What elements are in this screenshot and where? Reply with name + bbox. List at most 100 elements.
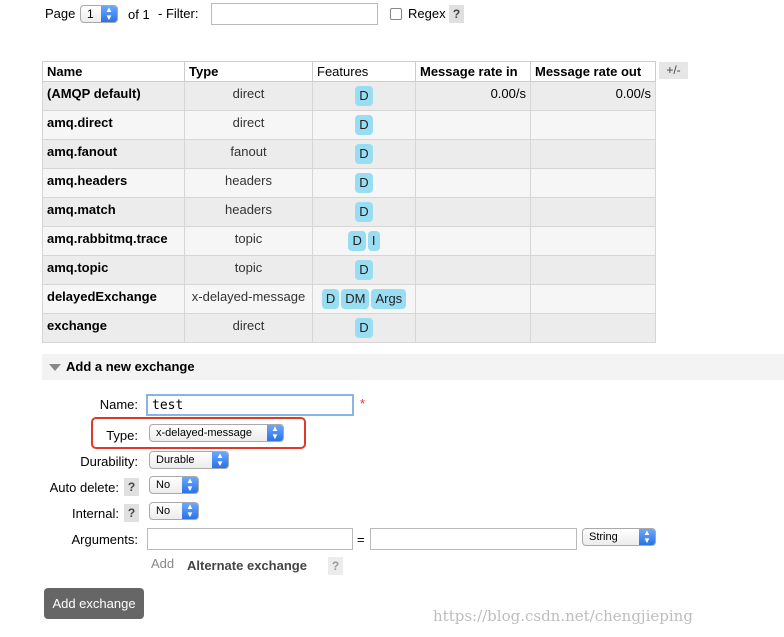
arguments-label: Arguments:	[71, 532, 138, 547]
auto-delete-select[interactable]: No ▲ ▼	[149, 476, 199, 494]
exchange-name-link[interactable]: amq.topic	[42, 255, 185, 285]
feature-tag: D	[348, 231, 366, 251]
exchange-features: D	[312, 197, 416, 227]
rate-out	[530, 110, 656, 140]
table-row[interactable]: amq.headers headers D	[42, 168, 656, 198]
rate-in: 0.00/s	[415, 81, 531, 111]
rate-in	[415, 313, 531, 343]
regex-checkbox[interactable]	[390, 8, 402, 20]
type-select[interactable]: x-delayed-message ▲ ▼	[149, 424, 284, 442]
alternate-exchange-help-button[interactable]: ?	[328, 557, 343, 575]
auto-delete-label: Auto delete:	[49, 480, 119, 495]
exchange-type: topic	[184, 226, 313, 256]
feature-tag: D	[355, 202, 373, 222]
table-header-row: Name Type Features Message rate in Messa…	[42, 61, 656, 82]
column-header-rate-in[interactable]: Message rate in	[415, 61, 531, 82]
table-row[interactable]: amq.topic topic D	[42, 255, 656, 285]
exchange-type: headers	[184, 197, 313, 227]
feature-tag: I	[367, 231, 380, 251]
exchange-name-link[interactable]: amq.match	[42, 197, 185, 227]
feature-tag: D	[355, 173, 373, 193]
rate-in	[415, 168, 531, 198]
column-header-rate-out[interactable]: Message rate out	[530, 61, 656, 82]
table-row[interactable]: amq.direct direct D	[42, 110, 656, 140]
add-exchange-section-header[interactable]: Add a new exchange	[42, 354, 784, 380]
chevron-updown-icon: ▲ ▼	[212, 452, 228, 468]
exchange-name-link[interactable]: amq.direct	[42, 110, 185, 140]
rate-out	[530, 226, 656, 256]
rate-in	[415, 139, 531, 169]
feature-tag: D	[355, 260, 373, 280]
add-argument-link[interactable]: Add	[151, 556, 174, 571]
feature-tag: D	[355, 86, 373, 106]
rate-in	[415, 284, 531, 314]
page-select[interactable]: 1 ▲ ▼	[80, 5, 118, 23]
exchange-features: DI	[312, 226, 416, 256]
exchange-type: x-delayed-message	[184, 284, 313, 314]
table-row[interactable]: amq.rabbitmq.trace topic D I	[42, 226, 656, 256]
exchange-features: D	[312, 168, 416, 198]
internal-label: Internal:	[72, 506, 119, 521]
exchange-name-link[interactable]: exchange	[42, 313, 185, 343]
exchange-name-link[interactable]: delayedExchange	[42, 284, 185, 314]
exchange-features: D	[312, 81, 416, 111]
table-row[interactable]: amq.match headers D	[42, 197, 656, 227]
rate-out	[530, 197, 656, 227]
rate-out	[530, 139, 656, 169]
internal-help-button[interactable]: ?	[124, 504, 139, 522]
column-header-name[interactable]: Name	[42, 61, 185, 82]
page-label: Page	[45, 6, 76, 21]
chevron-updown-icon: ▲ ▼	[182, 503, 198, 519]
collapse-triangle-icon	[49, 364, 61, 371]
alternate-exchange-link[interactable]: Alternate exchange	[187, 558, 307, 573]
rate-out	[530, 313, 656, 343]
durability-select[interactable]: Durable ▲ ▼	[149, 451, 229, 469]
name-input[interactable]: test	[146, 394, 354, 416]
chevron-updown-icon: ▲ ▼	[639, 529, 655, 545]
exchange-type: direct	[184, 81, 313, 111]
auto-delete-help-button[interactable]: ?	[124, 478, 139, 496]
filter-label: - Filter:	[158, 6, 199, 21]
argument-key-input[interactable]	[147, 528, 353, 550]
type-label: Type:	[106, 428, 138, 443]
feature-tag: D	[355, 318, 373, 338]
internal-select[interactable]: No ▲ ▼	[149, 502, 199, 520]
exchange-name-link[interactable]: amq.fanout	[42, 139, 185, 169]
feature-tag: Args	[371, 289, 407, 309]
chevron-updown-icon: ▲ ▼	[267, 425, 283, 441]
exchange-features: D	[312, 313, 416, 343]
exchange-features: D DM Args	[312, 284, 416, 314]
table-row[interactable]: exchange direct D	[42, 313, 656, 343]
exchange-features: D	[312, 110, 416, 140]
table-row[interactable]: delayedExchange x-delayed-message D DM Args	[42, 284, 656, 314]
columns-toggle-button[interactable]: +/-	[659, 62, 688, 79]
feature-tag: D	[355, 144, 373, 164]
regex-label: Regex	[408, 6, 446, 21]
regex-help-button[interactable]: ?	[449, 5, 464, 23]
add-exchange-button[interactable]: Add exchange	[44, 588, 144, 619]
exchange-type: direct	[184, 313, 313, 343]
rate-out	[530, 255, 656, 285]
exchange-type: fanout	[184, 139, 313, 169]
table-row[interactable]: amq.fanout fanout D	[42, 139, 656, 169]
name-label: Name:	[99, 397, 138, 412]
argument-type-select[interactable]: String ▲ ▼	[582, 528, 656, 546]
argument-value-input[interactable]	[370, 528, 577, 550]
table-row[interactable]: (AMQP default) direct D 0.00/s 0.00/s	[42, 81, 656, 111]
exchange-name-link[interactable]: amq.rabbitmq.trace	[42, 226, 185, 256]
exchange-name-link[interactable]: (AMQP default)	[42, 81, 185, 111]
watermark-text: https://blog.csdn.net/chengjieping	[433, 607, 693, 625]
rate-in	[415, 110, 531, 140]
required-mark: *	[360, 396, 366, 411]
column-header-type[interactable]: Type	[184, 61, 313, 82]
rate-in	[415, 255, 531, 285]
chevron-updown-icon: ▲ ▼	[101, 6, 117, 22]
rate-in	[415, 226, 531, 256]
filter-input[interactable]	[211, 3, 378, 25]
rate-out: 0.00/s	[530, 81, 656, 111]
exchange-type: direct	[184, 110, 313, 140]
exchanges-table: Name Type Features Message rate in Messa…	[42, 61, 656, 343]
durability-label: Durability:	[80, 454, 138, 469]
exchange-name-link[interactable]: amq.headers	[42, 168, 185, 198]
feature-tag: D	[321, 289, 340, 309]
